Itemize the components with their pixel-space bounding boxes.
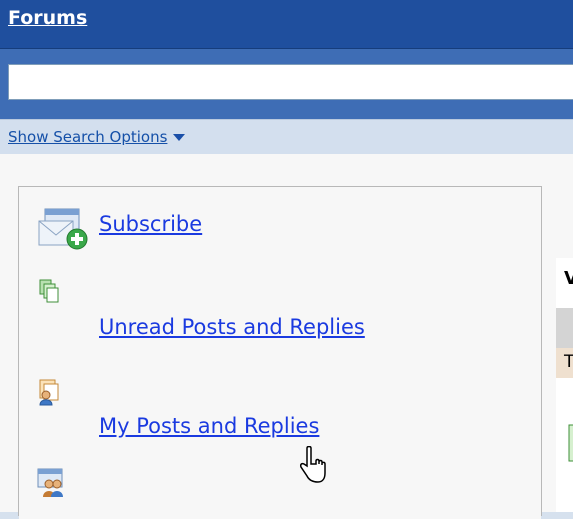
forums-header: Forums [0,0,573,49]
forums-title-link[interactable]: Forums [8,7,87,29]
unread-posts-link[interactable]: Unread Posts and Replies [99,315,365,339]
show-search-options-label: Show Search Options [8,128,168,146]
fragment-header-row [556,308,573,348]
search-bar [0,49,573,119]
subscribe-envelope-icon [38,208,88,250]
fragment-item-icon [568,424,573,462]
people-icon [37,468,63,497]
fragment-subheader-row: T [556,348,573,378]
chevron-down-icon [173,134,186,141]
my-posts-icon [39,379,59,406]
search-input[interactable] [8,64,573,100]
hand-cursor-icon [300,446,326,483]
list-item-people [19,459,541,519]
search-options-bar: Show Search Options [0,119,573,154]
adjacent-table-fragment: V T [556,258,573,512]
list-item-unread-posts: Unread Posts and Replies [19,259,541,360]
list-item-my-posts: My Posts and Replies [19,359,541,460]
fragment-heading: V [556,258,573,308]
subscribe-link[interactable]: Subscribe [99,212,202,236]
unread-posts-icon [39,279,59,303]
list-item-subscribe: Subscribe [19,187,541,260]
my-posts-link[interactable]: My Posts and Replies [99,414,319,438]
show-search-options-link[interactable]: Show Search Options [8,128,186,146]
forum-actions-panel: Subscribe Unread Posts and Replies My Po… [18,186,542,519]
